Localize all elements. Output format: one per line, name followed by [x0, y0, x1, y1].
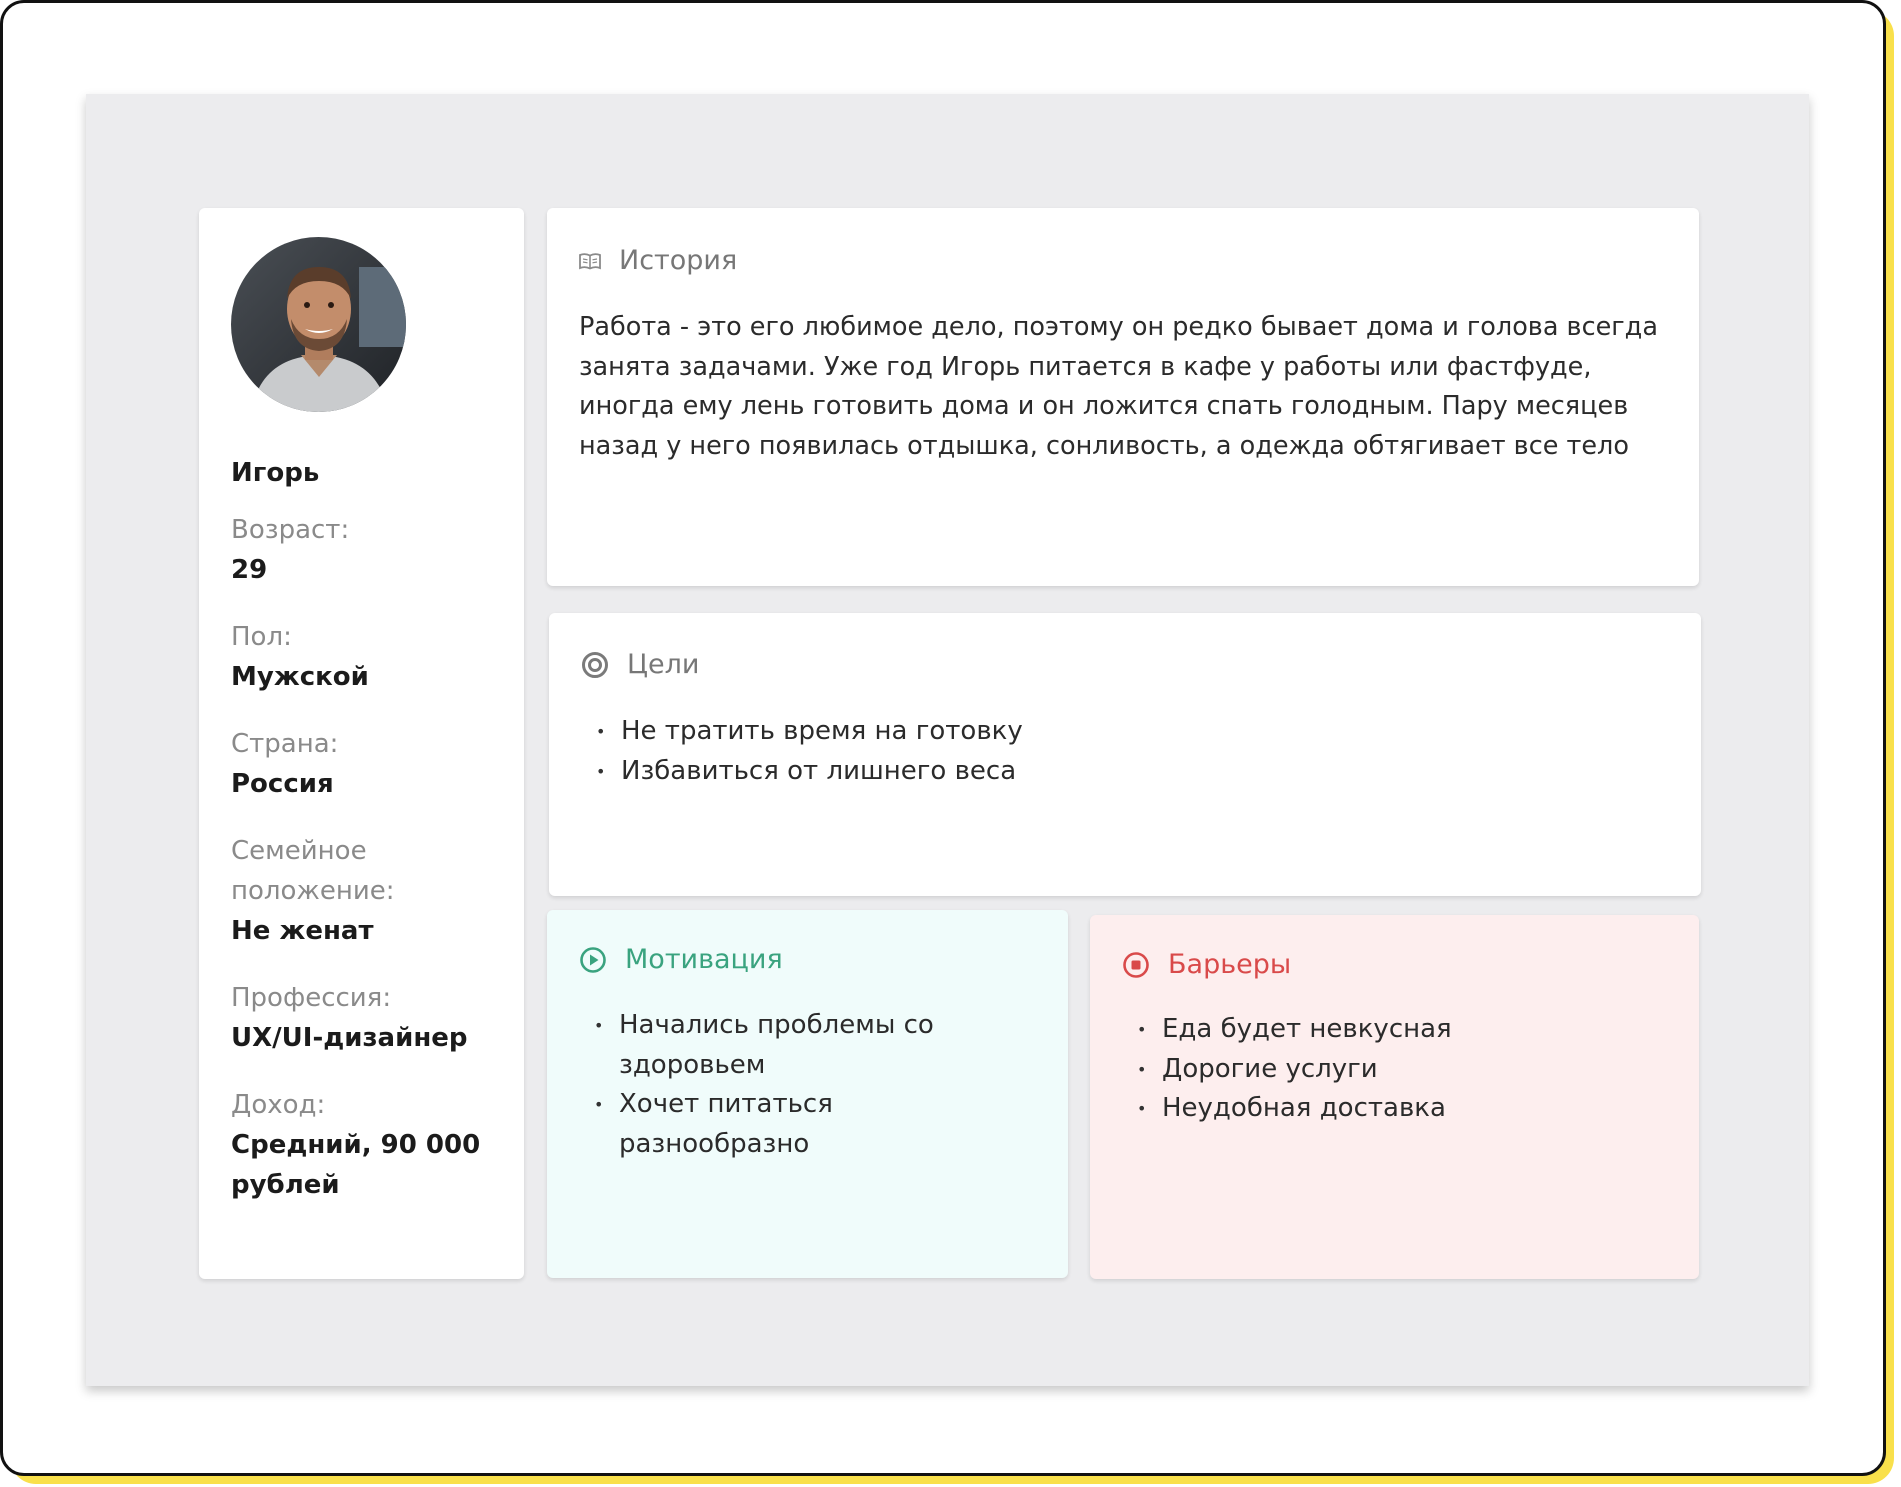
income-value: Средний, 90 000 рублей — [231, 1130, 481, 1200]
gender-label: Пол: — [231, 622, 292, 652]
list-item: Дорогие услуги — [1122, 1050, 1662, 1090]
list-item: Начались проблемы со здоровьем — [579, 1006, 1019, 1085]
marital-status-label: Семейное положение: — [231, 836, 395, 906]
book-icon — [579, 252, 601, 270]
motivation-header: Мотивация — [579, 944, 783, 975]
history-title: История — [619, 245, 738, 276]
goals-header: Цели — [581, 649, 699, 680]
barriers-title: Барьеры — [1168, 949, 1292, 980]
persona-board: Игорь Возраст: 29 Пол: Мужской Страна: Р… — [86, 94, 1809, 1386]
screenshot-frame: Игорь Возраст: 29 Пол: Мужской Страна: Р… — [0, 0, 1886, 1476]
history-text: Работа - это его любимое дело, поэтому о… — [579, 312, 1658, 461]
barriers-header: Барьеры — [1122, 949, 1291, 980]
country-value: Россия — [231, 769, 334, 799]
barriers-list: Еда будет невкусная Дорогие услуги Неудо… — [1122, 1010, 1662, 1129]
goals-card: Цели Не тратить время на готовку Избавит… — [549, 613, 1701, 896]
motivation-title: Мотивация — [625, 944, 783, 975]
motivation-card: Мотивация Начались проблемы со здоровьем… — [547, 910, 1068, 1278]
list-item: Избавиться от лишнего веса — [581, 752, 1661, 792]
profession-value: UX/UI-дизайнер — [231, 1023, 468, 1053]
income-label: Доход: — [231, 1090, 326, 1120]
motivation-list: Начались проблемы со здоровьем Хочет пит… — [579, 1006, 1019, 1164]
history-card: История Работа - это его любимое дело, п… — [547, 208, 1699, 586]
goals-title: Цели — [627, 649, 700, 680]
stop-circle-icon — [1122, 951, 1150, 979]
target-icon — [581, 651, 609, 679]
profession-label: Профессия: — [231, 983, 392, 1013]
list-item: Не тратить время на готовку — [581, 712, 1661, 752]
list-item: Хочет питаться разнообразно — [579, 1085, 1019, 1164]
profile-fields: Возраст: 29 Пол: Мужской Страна: Россия … — [231, 510, 501, 1232]
list-item: Еда будет невкусная — [1122, 1010, 1662, 1050]
history-header: История — [579, 245, 737, 276]
marital-status-value: Не женат — [231, 916, 374, 946]
persona-name: Игорь — [231, 458, 320, 488]
age-value: 29 — [231, 555, 268, 585]
goals-list: Не тратить время на готовку Избавиться о… — [581, 712, 1661, 791]
play-circle-icon — [579, 946, 607, 974]
avatar — [231, 237, 406, 412]
gender-value: Мужской — [231, 662, 369, 692]
list-item: Неудобная доставка — [1122, 1089, 1662, 1129]
age-label: Возраст: — [231, 515, 350, 545]
country-label: Страна: — [231, 729, 339, 759]
profile-card: Игорь Возраст: 29 Пол: Мужской Страна: Р… — [199, 208, 524, 1279]
barriers-card: Барьеры Еда будет невкусная Дорогие услу… — [1090, 915, 1699, 1279]
